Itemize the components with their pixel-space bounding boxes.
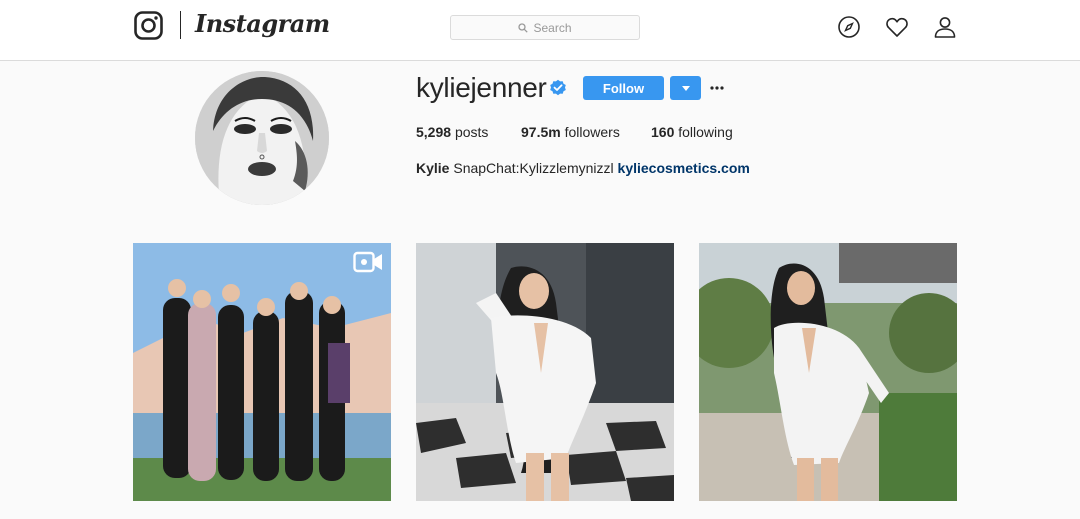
avatar-image <box>195 71 329 205</box>
more-dots-icon <box>710 86 724 90</box>
heart-icon <box>886 17 908 37</box>
post-image <box>133 243 391 501</box>
profile-button[interactable] <box>933 15 957 39</box>
instagram-wordmark[interactable]: Instagram <box>195 9 330 38</box>
bio-text: SnapChat:Kylizzlemynizzl <box>453 160 614 176</box>
profile-avatar <box>195 71 329 205</box>
video-icon <box>353 251 382 273</box>
verified-badge-icon <box>550 79 566 96</box>
followers-stat[interactable]: 97.5m followers <box>521 124 620 140</box>
posts-count: 5,298 <box>416 124 452 140</box>
following-stat[interactable]: 160 following <box>651 124 733 140</box>
logo-divider <box>180 11 181 39</box>
more-options-button[interactable] <box>709 80 725 96</box>
following-label: following <box>678 124 733 140</box>
post-image <box>416 243 674 501</box>
posts-stat: 5,298 posts <box>416 124 488 140</box>
profile-username: kyliejenner <box>416 72 547 103</box>
posts-label: posts <box>454 124 489 140</box>
profile-bio: Kylie SnapChat:Kylizzlemynizzl kyliecosm… <box>416 160 750 176</box>
top-navigation-bar: Instagram Search <box>0 0 1080 61</box>
search-icon <box>518 22 529 33</box>
post-tile[interactable] <box>133 243 391 501</box>
followers-count: 97.5m <box>521 124 561 140</box>
search-input[interactable]: Search <box>450 15 640 40</box>
post-tile[interactable] <box>699 243 957 501</box>
suggestions-dropdown-button[interactable] <box>670 76 701 100</box>
followers-label: followers <box>564 124 620 140</box>
profile-icon <box>934 17 956 38</box>
activity-button[interactable] <box>885 15 909 39</box>
bio-full-name: Kylie <box>416 160 450 176</box>
bio-website-link[interactable]: kyliecosmetics.com <box>618 160 750 176</box>
explore-button[interactable] <box>837 15 861 39</box>
following-count: 160 <box>651 124 675 140</box>
post-tile[interactable] <box>416 243 674 501</box>
follow-button[interactable]: Follow <box>583 76 664 100</box>
instagram-logo-icon[interactable] <box>134 11 163 40</box>
post-image <box>699 243 957 501</box>
caret-down-icon <box>681 85 690 91</box>
search-placeholder: Search <box>533 20 572 35</box>
compass-icon <box>838 16 860 38</box>
